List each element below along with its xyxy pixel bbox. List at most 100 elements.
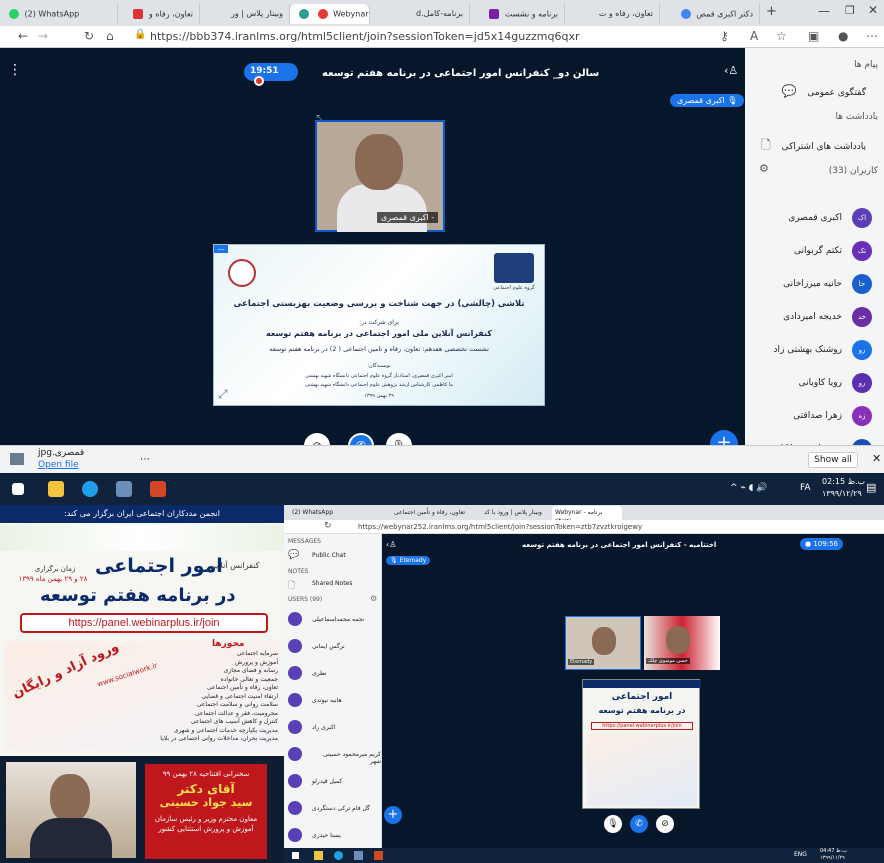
b2-explorer-icon[interactable] xyxy=(314,851,323,860)
b2-user-name[interactable]: نرگس ایمانی xyxy=(312,643,345,650)
favorites-icon[interactable]: ☆ xyxy=(776,29,787,43)
b2-user-name[interactable]: کریم میرمحمود حسینی شهر xyxy=(312,751,381,765)
b2-user-avatar[interactable] xyxy=(288,693,302,707)
b2-user-name[interactable]: یسنا حیدری xyxy=(312,832,341,839)
b2-cam-a[interactable]: Etemady xyxy=(565,616,641,670)
b2-lang[interactable]: ENG xyxy=(794,851,807,858)
user-name[interactable]: تکتم گربوانی xyxy=(794,246,842,256)
reload-icon[interactable]: ↻ xyxy=(84,29,94,43)
maximize-button[interactable]: ❐ xyxy=(845,4,855,17)
user-name[interactable]: اکبری قمصری xyxy=(788,213,842,223)
b2-gear-icon[interactable]: ⚙ xyxy=(370,594,377,603)
tab-3[interactable]: وبینار پلاس | ور xyxy=(200,4,290,24)
user-avatar[interactable]: اک xyxy=(852,208,872,228)
b2-timer[interactable]: ● 109:56 xyxy=(800,538,843,550)
start-icon[interactable] xyxy=(12,483,24,495)
user-avatar[interactable]: حا xyxy=(852,274,872,294)
b2-edge-icon[interactable] xyxy=(334,851,343,860)
b2-cam-b[interactable]: حسن موسوی چلک xyxy=(644,616,720,670)
b2-tab-3[interactable]: وبینار پلاس | ورود با کد xyxy=(484,509,542,516)
close-download-bar-button[interactable]: ✕ xyxy=(872,452,881,465)
user-name[interactable]: زهرا صداقتی xyxy=(793,411,842,421)
tab-webynar-active[interactable]: Webynar xyxy=(290,4,370,24)
edge-icon[interactable] xyxy=(82,481,98,497)
b2-user-avatar[interactable] xyxy=(288,612,302,626)
b2-user-name[interactable]: نجمه محمداسماعیلی xyxy=(312,616,364,623)
user-name[interactable]: حانیه میرزاخانی xyxy=(783,279,842,289)
b2-ppt-icon[interactable] xyxy=(374,851,383,860)
user-avatar[interactable]: رو xyxy=(852,340,872,360)
key-icon[interactable]: ⚷ xyxy=(720,29,729,43)
fullscreen-icon[interactable]: ⤢ xyxy=(218,387,228,402)
b2-tool-icon[interactable] xyxy=(354,851,363,860)
b2-plus-button[interactable]: + xyxy=(384,806,402,824)
b2-camera-button[interactable]: ⊘ xyxy=(656,815,674,833)
file-explorer-icon[interactable] xyxy=(48,481,64,497)
b2-clock-time[interactable]: 04:47 ب.ظ xyxy=(820,848,847,854)
b2-user-name[interactable]: نظری xyxy=(312,670,327,677)
notifications-icon[interactable]: ▤ xyxy=(866,481,876,494)
b2-public-chat[interactable]: Public Chat xyxy=(312,552,346,559)
b2-user-avatar[interactable] xyxy=(288,639,302,653)
tool-icon[interactable] xyxy=(116,481,132,497)
powerpoint-icon[interactable] xyxy=(150,481,166,497)
tab-whatsapp[interactable]: (2) WhatsApp xyxy=(0,4,118,24)
url-text[interactable]: https://bbb374.iranlms.org/html5client/j… xyxy=(150,30,580,43)
b2-user-avatar[interactable] xyxy=(288,801,302,815)
b2-user-avatar[interactable] xyxy=(288,828,302,842)
tray-icons[interactable]: ^ ⌁ ◖ 🔊 xyxy=(730,483,768,493)
download-more-icon[interactable]: ⋯ xyxy=(140,454,150,465)
read-aloud-icon[interactable]: A xyxy=(750,29,758,43)
show-all-button[interactable]: Show all xyxy=(808,452,858,468)
poster-link[interactable]: https://panel.webinarplus.ir/join xyxy=(20,613,268,633)
tab-8[interactable]: دکتر اکبری قمص xyxy=(660,4,760,24)
b2-user-name[interactable]: گل فام ترکی دستگردی xyxy=(312,805,370,812)
b2-user-avatar[interactable] xyxy=(288,666,302,680)
collections-icon[interactable]: ▣ xyxy=(808,29,819,43)
b2-audio-button[interactable]: ✆ xyxy=(630,815,648,833)
user-name[interactable]: رویا کاویانی xyxy=(799,378,842,388)
user-name[interactable]: روشنک بهشتی زاد xyxy=(774,345,842,355)
b2-shared-notes[interactable]: Shared Notes xyxy=(312,580,352,587)
options-menu-icon[interactable]: ⋮ xyxy=(8,62,22,78)
public-chat-item[interactable]: گفتگوی عمومی 💬 xyxy=(782,84,866,98)
forward-icon[interactable]: → xyxy=(38,29,48,43)
b2-start-icon[interactable] xyxy=(292,852,299,859)
b2-user-name[interactable]: کمیل قیدرلو xyxy=(312,778,342,785)
open-file-link[interactable]: Open file xyxy=(38,460,79,470)
b2-user-avatar[interactable] xyxy=(288,747,302,761)
more-icon[interactable]: ⋯ xyxy=(866,29,878,43)
minimize-presentation-button[interactable]: — xyxy=(214,245,228,253)
b2-user-avatar[interactable] xyxy=(288,774,302,788)
new-tab-button[interactable]: + xyxy=(766,4,777,19)
tab-6[interactable]: برنامه و نشست xyxy=(470,4,565,24)
user-name[interactable]: خدیجه امیردادی xyxy=(783,312,842,322)
b2-users-toggle[interactable]: ‹♙ xyxy=(386,540,396,549)
home-icon[interactable]: ⌂ xyxy=(106,29,114,43)
b2-reload-icon[interactable]: ↻ xyxy=(324,521,332,531)
b2-tab-whatsapp[interactable]: (2) WhatsApp xyxy=(292,509,333,516)
b2-user-avatar[interactable] xyxy=(288,720,302,734)
webcam-feed[interactable]: - اکبری قمصری xyxy=(315,120,445,232)
back-icon[interactable]: ← xyxy=(18,29,28,43)
tab-7[interactable]: تعاون، رفاه و ت xyxy=(565,4,660,24)
minimize-button[interactable]: — xyxy=(818,4,830,18)
b2-url[interactable]: https://webynar252.iranlms.org/html5clie… xyxy=(358,523,642,531)
user-avatar[interactable]: خد xyxy=(852,307,872,327)
tab-2[interactable]: تعاون، رفاه و xyxy=(118,4,200,24)
b2-user-name[interactable]: هانیه نیوندی xyxy=(312,697,342,704)
tab-5[interactable]: برنامه-کامل.d xyxy=(370,4,470,24)
user-avatar[interactable]: رو xyxy=(852,373,872,393)
b2-user-name[interactable]: اکبری راد xyxy=(312,724,335,731)
settings-gear-icon[interactable]: ⚙ xyxy=(759,162,769,175)
profile-icon[interactable]: ● xyxy=(838,29,848,43)
clock-time[interactable]: 02:15 ب.ظ xyxy=(822,477,865,486)
recording-timer[interactable]: 19:51 xyxy=(244,63,298,86)
user-avatar[interactable]: زه xyxy=(852,406,872,426)
user-avatar[interactable]: تک xyxy=(852,241,872,261)
close-window-button[interactable]: ✕ xyxy=(868,3,878,17)
b2-mic-button[interactable]: 🎙 xyxy=(604,815,622,833)
b2-tab-2[interactable]: تعاون، رفاه و تأمین اجتماعی xyxy=(394,509,465,516)
users-toggle-icon[interactable]: ‹♙ xyxy=(724,64,738,77)
language-indicator[interactable]: FA xyxy=(800,483,811,493)
